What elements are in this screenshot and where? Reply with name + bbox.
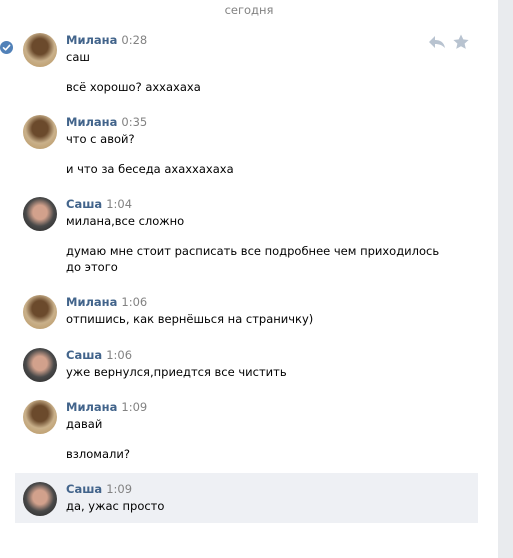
message-header: Саша 1:04: [66, 197, 132, 211]
message-time[interactable]: 0:28: [121, 33, 147, 47]
message-text: всё хорошо? аххахаха: [66, 80, 201, 94]
message-time[interactable]: 1:06: [121, 295, 147, 309]
chat-history-panel: сегодня Милана 0:28 саш всё хорошо? аххах…: [0, 0, 498, 558]
avatar[interactable]: [23, 33, 57, 67]
message-text: да, ужас просто: [66, 499, 165, 513]
message-text: давай: [66, 417, 103, 431]
message-text: и что за беседа ахаххахаха: [66, 162, 234, 176]
message-header: Милана 1:09: [66, 400, 147, 414]
message-group[interactable]: Саша 1:04 милана,все сложно думаю мне сто…: [15, 197, 478, 283]
message-header: Милана 0:35: [66, 115, 147, 129]
message-text: думаю мне стоит расписать все подробнее …: [66, 244, 440, 258]
avatar[interactable]: [23, 348, 57, 382]
message-text: милана,все сложно: [66, 214, 185, 228]
date-separator: сегодня: [224, 3, 274, 17]
author-name[interactable]: Саша: [66, 348, 102, 362]
author-name[interactable]: Милана: [66, 33, 117, 47]
message-text: саш: [66, 50, 90, 64]
avatar[interactable]: [23, 295, 57, 329]
message-time[interactable]: 1:04: [106, 197, 132, 211]
message-time[interactable]: 1:09: [121, 400, 147, 414]
message-text: уже вернулся,приедтся все чистить: [66, 365, 287, 379]
message-group[interactable]: Саша 1:06 уже вернулся,приедтся все чисти…: [15, 348, 478, 388]
author-name[interactable]: Милана: [66, 400, 117, 414]
avatar[interactable]: [23, 400, 57, 434]
message-header: Милана 1:06: [66, 295, 147, 309]
avatar[interactable]: [23, 115, 57, 149]
message-text: отпишись, как вернёшься на страничку): [66, 312, 314, 326]
message-time[interactable]: 1:06: [106, 348, 132, 362]
message-text: до этого: [66, 260, 118, 274]
check-circle-icon[interactable]: [0, 41, 13, 54]
author-name[interactable]: Саша: [66, 197, 102, 211]
author-name[interactable]: Саша: [66, 482, 102, 496]
message-time[interactable]: 0:35: [121, 115, 147, 129]
message-group[interactable]: Милана 0:28 саш всё хорошо? аххахаха: [15, 33, 478, 103]
avatar[interactable]: [23, 197, 57, 231]
message-time[interactable]: 1:09: [106, 482, 132, 496]
message-text: что с авой?: [66, 132, 135, 146]
message-header: Милана 0:28: [66, 33, 147, 47]
message-group-hovered[interactable]: Саша 1:09 да, ужас просто: [15, 473, 478, 523]
message-header: Саша 1:09: [66, 482, 132, 496]
author-name[interactable]: Милана: [66, 295, 117, 309]
message-text: взломали?: [66, 447, 130, 461]
scrollbar[interactable]: [498, 0, 513, 558]
message-header: Саша 1:06: [66, 348, 132, 362]
avatar[interactable]: [23, 482, 57, 516]
message-group[interactable]: Милана 1:09 давай взломали?: [15, 400, 478, 470]
message-group[interactable]: Милана 1:06 отпишись, как вернёшься на ст…: [15, 295, 478, 335]
author-name[interactable]: Милана: [66, 115, 117, 129]
message-group[interactable]: Милана 0:35 что с авой? и что за беседа а…: [15, 115, 478, 185]
